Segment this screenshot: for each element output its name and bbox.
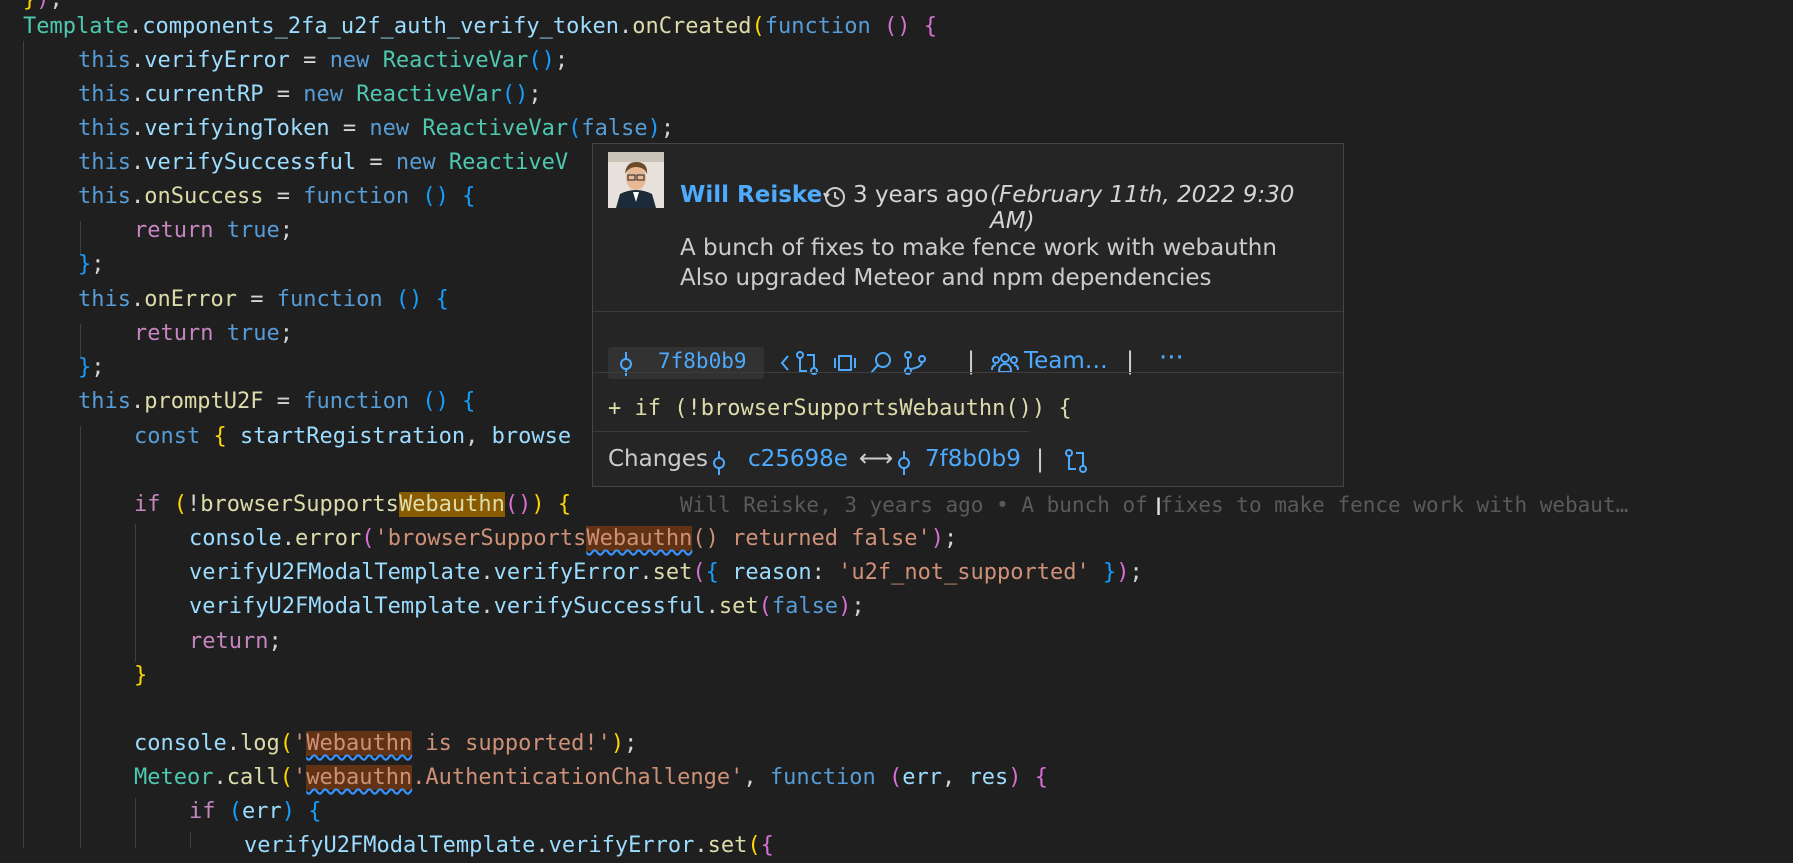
team-link[interactable]: Team…	[1024, 348, 1108, 374]
toolbar-separator: |	[967, 347, 976, 375]
toolbar-separator: |	[1126, 347, 1135, 375]
to-commit-link[interactable]: 7f8b0b9	[925, 446, 1021, 472]
more-icon[interactable]: ···	[1159, 343, 1184, 373]
commit-message-line: A bunch of fixes to make fence work with…	[680, 235, 1277, 261]
code-line: this.currentRP = new ReactiveVar();	[78, 82, 542, 107]
code-line: return true;	[134, 218, 293, 243]
code-line: this.onSuccess = function () {	[78, 184, 476, 209]
divider	[593, 311, 1343, 312]
history-icon	[823, 187, 845, 207]
toolbar-separator: |	[1036, 445, 1045, 473]
indent-guide	[135, 798, 136, 848]
indent-guide	[135, 524, 136, 662]
commit-relative-time: 3 years ago	[853, 182, 989, 208]
code-line: if (!browserSupportsWebauthn()) {	[134, 492, 572, 517]
text-cursor-icon: I	[1155, 493, 1163, 521]
changes-label: Changes	[608, 446, 709, 472]
diff-line: + if (!browserSupportsWebauthn()) {	[608, 396, 1072, 421]
from-commit-link[interactable]: c25698e	[748, 446, 848, 472]
avatar[interactable]	[608, 152, 664, 208]
compare-arrow: ⟷	[859, 444, 894, 472]
code-line: verifyU2FModalTemplate.verifyError.set({	[244, 833, 774, 858]
chevron-left-icon[interactable]	[779, 352, 791, 374]
indent-guide	[190, 832, 191, 848]
code-line: console.log('Webauthn is supported!');	[134, 731, 638, 756]
code-line: Template.components_2fa_u2f_auth_verify_…	[23, 14, 937, 39]
code-line: return true;	[134, 321, 293, 346]
commit-author[interactable]: Will Reiske	[680, 182, 822, 208]
divider	[593, 372, 1343, 373]
indent-guide	[23, 41, 24, 848]
code-line: Meteor.call('webauthn.AuthenticationChal…	[134, 765, 1049, 790]
graph-icon[interactable]	[833, 352, 857, 374]
code-line: this.promptU2F = function () {	[78, 389, 476, 414]
divider	[593, 431, 1029, 432]
commit-icon	[713, 451, 725, 475]
indent-guide	[80, 426, 81, 848]
code-line: verifyU2FModalTemplate.verifyError.set({…	[189, 560, 1143, 585]
code-line: if (err) {	[189, 799, 322, 824]
commit-icon	[620, 352, 632, 376]
code-line: this.verifyingToken = new ReactiveVar(fa…	[78, 116, 675, 141]
code-line: this.onError = function () {	[78, 287, 449, 312]
code-line: verifyU2FModalTemplate.verifySuccessful.…	[189, 594, 865, 619]
commit-icon	[898, 451, 910, 475]
code-line: this.verifyError = new ReactiveVar();	[78, 48, 569, 73]
compare-icon[interactable]	[1064, 448, 1088, 474]
code-line: this.verifySuccessful = new ReactiveV	[78, 150, 569, 175]
code-line: }	[134, 663, 148, 688]
commit-sha[interactable]: 7f8b0b9	[658, 349, 747, 373]
code-line: };	[78, 252, 105, 277]
git-blame-hover: Will Reiske 3 years ago (February 11th, …	[592, 143, 1344, 487]
code-line: const { startRegistration, browse	[134, 424, 572, 449]
code-line: return;	[189, 629, 282, 654]
commit-absolute-time: (February 11th, 2022 9:30 AM)	[990, 182, 1295, 234]
commit-message-line: Also upgraded Meteor and npm dependencie…	[680, 265, 1212, 291]
code-line: console.error('browserSupportsWebauthn()…	[189, 526, 958, 551]
code-line: };	[78, 355, 105, 380]
